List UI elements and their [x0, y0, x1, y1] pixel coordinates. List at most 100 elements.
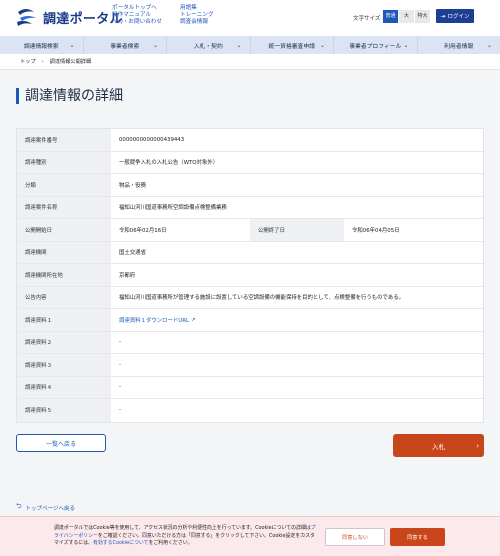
row-label: 公開終了日 — [250, 219, 344, 241]
manual-link[interactable]: 操作マニュアル — [112, 12, 162, 19]
chevron-down-icon: ⌄ — [403, 41, 409, 49]
nav-item-bidding[interactable]: 入札・契約 ⌄ — [167, 36, 251, 54]
type-value: 一般競争入札の入札公告（WTO対象外） — [119, 160, 219, 167]
cookie-decline-button[interactable]: 同意しない — [325, 528, 385, 546]
glossary-link[interactable]: 用語集 — [180, 5, 214, 12]
bid-button-label: 入札 — [432, 442, 445, 451]
doc2-value: - — [119, 339, 121, 346]
font-size-switcher: 普通 大 特大 — [383, 10, 431, 23]
doc5-value: - — [119, 407, 121, 414]
nav-label: 利用者情報 — [444, 43, 474, 50]
external-link-icon: ↗ — [191, 316, 196, 323]
nav-label: 調達情報検索 — [23, 43, 59, 50]
main-nav: 調達情報検索 ⌄ 事業者検索 ⌄ 入札・契約 ⌄ 統一資格審査申請 ⌄ 事業者プロフィー… — [0, 36, 500, 54]
doc4-value: - — [119, 384, 121, 391]
table-row: 調達種別 一般競争入札の入札公告（WTO対象外） — [17, 151, 483, 174]
portal-top-link[interactable]: ポータルトップへ — [112, 5, 162, 12]
chevron-right-icon: › — [41, 58, 44, 65]
table-row: 調達機関所在地 京都府 — [17, 264, 483, 287]
cookie-text-part: 調達ポータルではCookie等を使用して、アクセス状況の分析や利便性向上を行って… — [54, 525, 311, 531]
font-size-label: 文字サイズ — [353, 16, 381, 22]
training-link[interactable]: トレーニング — [180, 12, 214, 19]
back-button-label: 一覧へ戻る — [45, 440, 76, 448]
faq-link[interactable]: FAQ・お問い合わせ — [112, 19, 162, 26]
back-to-list-button[interactable]: 一覧へ戻る — [16, 434, 106, 452]
table-row: 調達資料４ - — [17, 376, 483, 399]
table-row: 調達資料１ 調達資料１ダウンロードURL ↗ — [17, 309, 483, 332]
bid-button[interactable]: 入札 › — [393, 434, 484, 457]
cookie-banner: 調達ポータルではCookie等を使用して、アクセス状況の分析や利便性向上を行って… — [0, 516, 500, 556]
survey-link[interactable]: 調査会情報 — [180, 19, 214, 26]
row-label: 公告内容 — [17, 286, 111, 308]
breadcrumb: トップ › 調達情報公開詳細 — [0, 54, 500, 70]
font-size-normal-button[interactable]: 普通 — [383, 10, 398, 23]
case-name-value: 福知山河川国道事務所空調設備点検整備業務 — [119, 205, 227, 212]
category-value: 物品・役務 — [119, 182, 146, 189]
table-row: 調達案件番号 0000000000000439443 — [17, 129, 483, 152]
case-number-value: 0000000000000439443 — [119, 136, 185, 143]
nav-item-qualification[interactable]: 統一資格審査申請 ⌄ — [251, 36, 334, 54]
logo-text: 調達ポータル — [43, 11, 123, 27]
row-label: 調達案件名称 — [17, 196, 111, 218]
row-label: 調達種別 — [17, 151, 111, 173]
header-links-primary: ポータルトップへ 操作マニュアル FAQ・お問い合わせ — [112, 5, 162, 26]
top-link-label: トップページへ戻る — [25, 505, 76, 512]
doc1-cell: 調達資料１ダウンロードURL ↗ — [111, 309, 483, 331]
table-row: 分類 物品・役務 — [17, 174, 483, 197]
back-to-top-link[interactable]: ⮌ トップページへ戻る — [16, 502, 75, 513]
row-label: 分類 — [17, 174, 111, 196]
row-label: 調達資料３ — [17, 354, 111, 376]
nav-item-user-info[interactable]: 利用者情報 ⌄ — [418, 36, 500, 54]
breadcrumb-current: 調達情報公開詳細 — [49, 59, 92, 65]
start-date-value: 令和06年02月16日 — [119, 227, 167, 234]
login-button[interactable]: ⇥ ログイン — [436, 9, 474, 23]
return-arrow-icon: ⮌ — [16, 502, 22, 510]
font-size-large-button[interactable]: 大 — [399, 10, 414, 23]
nav-item-business-search[interactable]: 事業者検索 ⌄ — [84, 36, 167, 54]
header-links-secondary: 用語集 トレーニング 調査会情報 — [180, 5, 214, 26]
table-row: 調達案件名称 福知山河川国道事務所空調設備点検整備業務 — [17, 196, 483, 219]
row-label: 調達資料４ — [17, 376, 111, 398]
row-label: 調達機関 — [17, 241, 111, 263]
cookie-text-part: をご利用ください。 — [148, 540, 193, 547]
chevron-down-icon: ⌄ — [319, 41, 325, 49]
table-row: 調達資料２ - — [17, 331, 483, 354]
accept-label: 同意する — [407, 534, 428, 541]
cookie-message: 調達ポータルではCookie等を使用して、アクセス状況の分析や利便性向上を行って… — [54, 525, 316, 548]
nav-label: 事業者プロフィール — [349, 43, 402, 50]
notice-value: 福知山河川国道事務所が管理する施設に設置している空調設備の機能保持を目的として、… — [119, 295, 405, 302]
nav-label: 入札・契約 — [193, 43, 223, 50]
cookie-accept-button[interactable]: 同意する — [390, 528, 445, 546]
nav-label: 事業者検索 — [110, 43, 140, 50]
page-title: 調達情報の詳細 — [16, 88, 123, 104]
agency-value: 国土交通省 — [119, 250, 146, 257]
table-row: 調達資料３ - — [17, 354, 483, 377]
end-date-value: 令和06年04月05日 — [352, 227, 400, 234]
breadcrumb-home[interactable]: トップ — [20, 58, 36, 65]
details-table: 調達案件番号 0000000000000439443 調達種別 一般競争入札の入… — [16, 128, 484, 423]
chevron-down-icon: ⌄ — [69, 41, 75, 49]
chevron-right-icon: › — [476, 441, 479, 450]
login-label: ログイン — [447, 14, 470, 20]
doc1-download-link[interactable]: 調達資料１ダウンロードURL — [119, 316, 189, 324]
row-label: 調達資料２ — [17, 331, 111, 353]
table-row: 公開開始日 令和06年02月16日 公開終了日 令和06年04月05日 — [17, 219, 483, 242]
table-row: 調達機関 国土交通省 — [17, 241, 483, 264]
font-size-xlarge-button[interactable]: 特大 — [415, 10, 430, 23]
doc3-value: - — [119, 361, 121, 368]
site-header: 調達ポータル ポータルトップへ 操作マニュアル FAQ・お問い合わせ 用語集 ト… — [0, 0, 500, 36]
table-row: 公告内容 福知山河川国道事務所が管理する施設に設置している空調設備の機能保持を目… — [17, 286, 483, 309]
row-label: 調達機関所在地 — [17, 264, 111, 286]
nav-item-profile[interactable]: 事業者プロフィール ⌄ — [334, 36, 418, 54]
decline-label: 同意しない — [342, 534, 368, 541]
nav-item-search[interactable]: 調達情報検索 ⌄ — [0, 36, 84, 54]
row-label: 調達資料５ — [17, 399, 111, 422]
row-label: 調達資料１ — [17, 309, 111, 331]
logo-mark-icon — [17, 9, 36, 26]
location-value: 京都府 — [119, 272, 136, 279]
row-label: 調達案件番号 — [17, 129, 111, 151]
chevron-down-icon: ⌄ — [486, 41, 492, 49]
site-logo[interactable]: 調達ポータル — [14, 6, 123, 28]
chevron-down-icon: ⌄ — [152, 41, 158, 49]
cookie-settings-link[interactable]: 有効するCookieについて — [93, 540, 148, 546]
